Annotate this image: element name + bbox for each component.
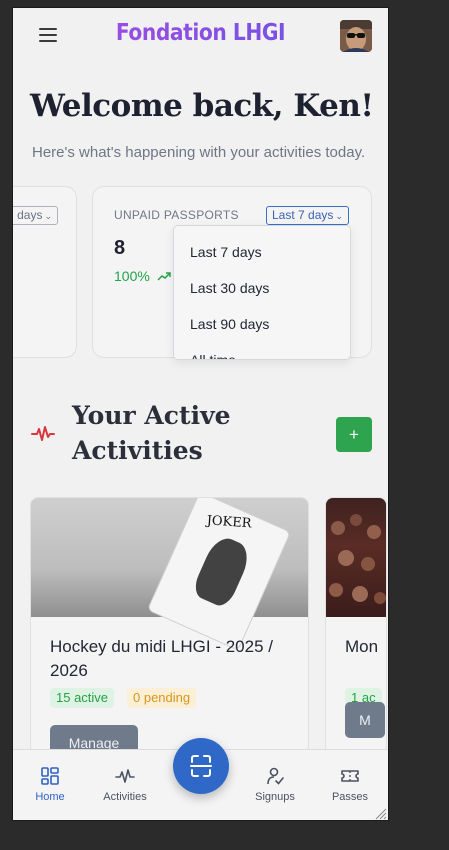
chevron-down-icon: ⌄ xyxy=(335,211,343,221)
manage-button[interactable]: M xyxy=(345,702,385,738)
stat-card-title: UNPAID PASSPORTS xyxy=(114,208,239,222)
activity-title: Mon xyxy=(345,637,379,656)
nav-label: Signups xyxy=(255,791,295,803)
chevron-down-icon: ⌄ xyxy=(44,211,52,221)
activity-pulse-icon xyxy=(115,769,135,783)
app-viewport: Fondation LHGI Welcome back, Ken! Here's… xyxy=(13,8,388,820)
activity-image xyxy=(326,498,386,617)
trending-up-icon xyxy=(157,272,171,281)
stat-trend: 100% xyxy=(114,268,171,284)
page-subtitle: Here's what's happening with your activi… xyxy=(32,144,366,161)
period-select[interactable]: Last 7 days ⌄ xyxy=(266,206,349,225)
nav-label: Passes xyxy=(331,791,369,803)
active-count-badge: 15 active xyxy=(50,688,115,708)
dropdown-option[interactable]: Last 90 days xyxy=(190,316,269,332)
scan-icon xyxy=(190,755,212,777)
brand-logo[interactable]: Fondation LHGI xyxy=(36,20,366,46)
activity-card[interactable]: Mon 1 ac M xyxy=(325,497,387,754)
activity-pulse-icon xyxy=(31,426,55,441)
stat-trend-value: 100% xyxy=(114,268,150,284)
nav-item-activities[interactable]: Activities xyxy=(90,766,160,803)
user-check-icon xyxy=(267,767,284,785)
activity-image: JOKER xyxy=(31,498,308,651)
nav-item-signups[interactable]: Signups xyxy=(240,766,310,803)
ticket-icon xyxy=(341,770,359,782)
nav-item-home[interactable]: Home xyxy=(15,766,85,803)
joker-card-image: JOKER xyxy=(146,498,292,651)
home-grid-icon xyxy=(41,767,59,785)
nav-item-passes[interactable]: Passes xyxy=(315,766,385,803)
period-select[interactable]: days ⌄ xyxy=(13,206,58,225)
section-title: Your Active Activities xyxy=(72,401,231,465)
period-select-value: days xyxy=(17,208,43,222)
activity-card[interactable]: JOKER Hockey du midi LHGI - 2025 / 2026 … xyxy=(30,497,309,754)
period-select-value: Last 7 days xyxy=(272,208,334,222)
activity-title: Hockey du midi LHGI - 2025 / 2026 xyxy=(50,637,273,680)
period-dropdown-menu: Last 7 days Last 30 days Last 90 days Al… xyxy=(173,225,351,360)
dropdown-option[interactable]: Last 30 days xyxy=(190,280,269,296)
top-bar: Fondation LHGI xyxy=(13,8,388,64)
stat-card: days ⌄ xyxy=(13,186,77,358)
joker-card-art: JOKER xyxy=(206,513,252,532)
user-avatar-icon xyxy=(340,20,372,52)
add-activity-button[interactable]: + xyxy=(336,417,372,452)
nav-label: Home xyxy=(35,791,65,803)
pending-count-badge: 0 pending xyxy=(127,688,197,708)
dropdown-option[interactable]: All time xyxy=(190,352,236,359)
nav-label: Activities xyxy=(103,791,147,803)
scan-button[interactable] xyxy=(173,738,229,794)
stat-value: 8 xyxy=(114,237,126,259)
avatar[interactable] xyxy=(340,20,372,52)
dropdown-option[interactable]: Last 7 days xyxy=(190,244,262,260)
page-title: Welcome back, Ken! xyxy=(30,88,374,124)
resize-grip-icon[interactable] xyxy=(373,806,387,820)
